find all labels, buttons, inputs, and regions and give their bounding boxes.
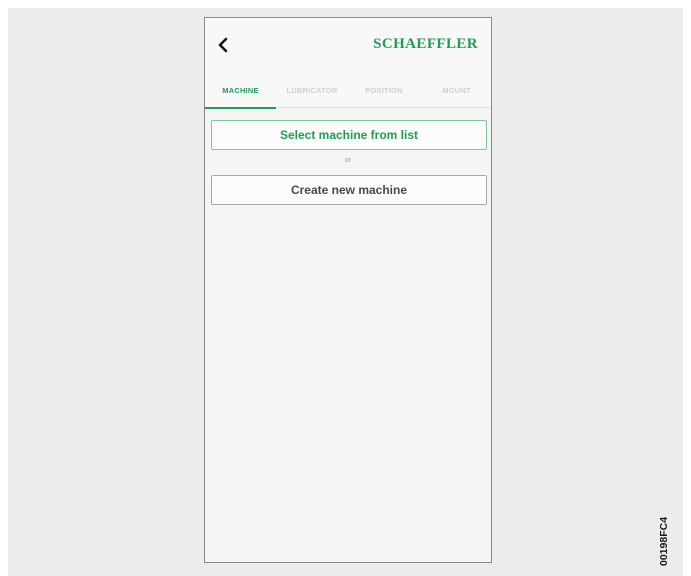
back-button[interactable] [211, 32, 235, 58]
tab-mount[interactable]: MOUNT [420, 72, 493, 108]
app-screen: SCHAEFFLER MACHINE LUBRICATOR POSITION M… [204, 17, 492, 563]
tab-bar: MACHINE LUBRICATOR POSITION MOUNT [205, 72, 493, 109]
create-machine-button[interactable]: Create new machine [211, 175, 487, 205]
tab-position[interactable]: POSITION [348, 72, 420, 108]
chevron-left-icon [218, 37, 228, 53]
or-separator: or [344, 157, 352, 164]
select-machine-button[interactable]: Select machine from list [211, 120, 487, 150]
tab-machine[interactable]: MACHINE [205, 72, 276, 109]
figure-code: 00198FC4 [658, 516, 670, 566]
app-header: SCHAEFFLER [205, 18, 491, 72]
tab-lubricator[interactable]: LUBRICATOR [276, 72, 348, 108]
brand-logo: SCHAEFFLER [373, 36, 478, 52]
